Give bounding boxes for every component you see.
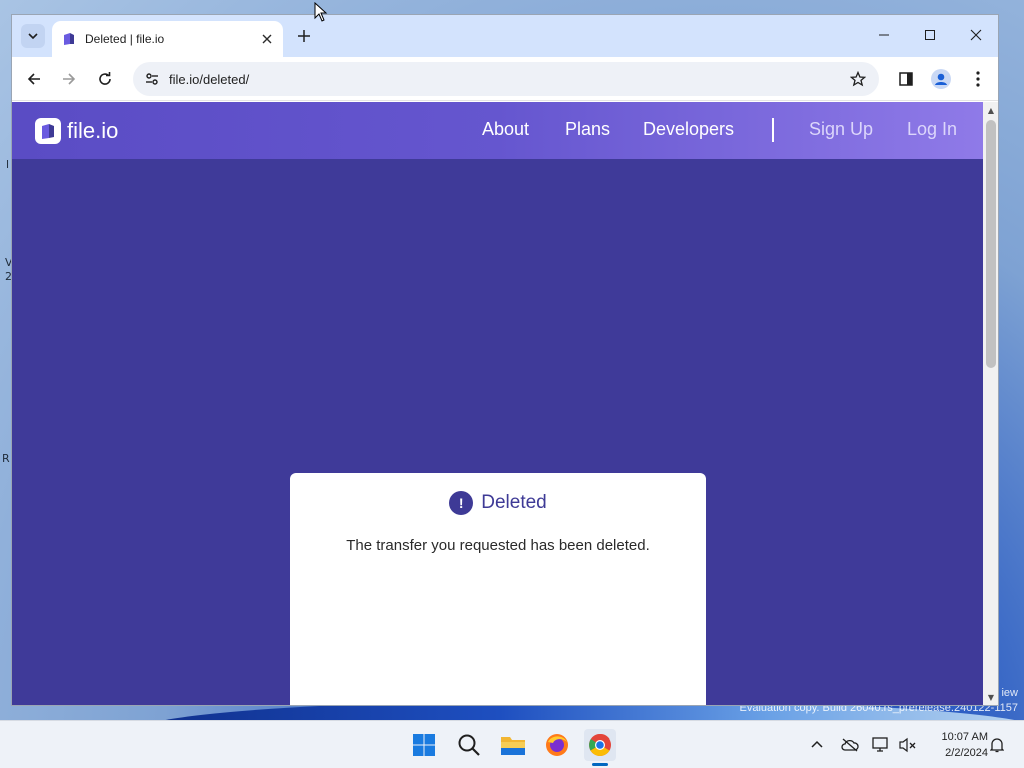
logo-text: file.io	[67, 118, 119, 143]
network-icon	[872, 737, 888, 752]
cloud-offline-icon	[841, 738, 859, 752]
notifications-button[interactable]	[987, 735, 1007, 755]
chrome-icon	[589, 733, 611, 756]
side-panel-button[interactable]	[892, 65, 920, 93]
avatar-icon	[931, 69, 951, 89]
desktop-icon-label: l	[6, 158, 10, 171]
bell-icon	[990, 738, 1004, 753]
status-card: ! Deleted The transfer you requested has…	[290, 473, 706, 705]
site-logo[interactable]: file.io	[35, 118, 118, 144]
browser-toolbar: file.io/deleted/	[12, 57, 998, 101]
chevron-up-icon	[811, 740, 823, 748]
site-info-button[interactable]	[137, 64, 167, 94]
page-viewport: file.io About Plans Developers Sign Up L…	[12, 102, 983, 705]
firefox-icon	[546, 734, 568, 756]
start-button[interactable]	[408, 729, 440, 761]
close-window-button[interactable]	[953, 15, 998, 55]
scroll-up-arrow-icon[interactable]: ▲	[987, 106, 995, 115]
card-title: Deleted	[481, 492, 547, 513]
firefox-button[interactable]	[541, 729, 573, 761]
arrow-right-icon	[63, 73, 76, 85]
nav-login[interactable]: Log In	[907, 119, 957, 140]
new-tab-button[interactable]	[292, 24, 316, 48]
onedrive-status-button[interactable]	[840, 735, 860, 755]
nav-signup[interactable]: Sign Up	[809, 119, 873, 140]
alert-icon: !	[449, 491, 474, 515]
tab-title: Deleted | file.io	[85, 32, 165, 46]
taskbar: 10:07 AM 2/2/2024	[0, 720, 1024, 768]
nav-plans[interactable]: Plans	[565, 119, 610, 140]
show-hidden-icons-button[interactable]	[807, 735, 827, 755]
profile-button[interactable]	[927, 65, 955, 93]
watermark-line-1: iew	[1001, 687, 1018, 699]
minimize-button[interactable]	[861, 15, 907, 55]
reload-button[interactable]	[91, 65, 119, 93]
tab-strip: Deleted | file.io	[12, 15, 998, 57]
maximize-button[interactable]	[907, 15, 953, 55]
fileio-favicon-icon	[64, 33, 74, 45]
logo-mark-icon	[35, 118, 61, 144]
card-message: The transfer you requested has been dele…	[346, 537, 650, 554]
maximize-icon	[925, 30, 935, 40]
url-text: file.io/deleted/	[169, 71, 250, 87]
speaker-muted-icon	[899, 737, 916, 753]
tune-icon	[146, 73, 158, 85]
scrollbar-thumb[interactable]	[986, 120, 996, 368]
plus-icon	[298, 30, 310, 42]
system-clock[interactable]: 10:07 AM 2/2/2024	[922, 729, 988, 761]
chevron-down-icon	[28, 33, 38, 40]
address-bar[interactable]: file.io/deleted/	[133, 62, 879, 96]
folder-icon	[501, 737, 525, 755]
chrome-button[interactable]	[584, 729, 616, 761]
reload-icon	[99, 72, 111, 85]
windows-logo-icon	[413, 734, 435, 756]
clock-date: 2/2/2024	[945, 747, 988, 759]
close-icon	[262, 34, 272, 44]
close-tab-button[interactable]	[255, 27, 279, 51]
network-button[interactable]	[871, 735, 891, 755]
nav-about[interactable]: About	[482, 119, 529, 140]
nav-developers[interactable]: Developers	[643, 119, 734, 140]
star-icon	[850, 71, 866, 87]
desktop-icon-label: R	[2, 452, 10, 465]
browser-tab[interactable]: Deleted | file.io	[52, 21, 283, 57]
more-vertical-icon	[976, 71, 980, 87]
minimize-icon	[879, 34, 889, 36]
search-button[interactable]	[453, 729, 485, 761]
menu-button[interactable]	[964, 65, 992, 93]
forward-button[interactable]	[55, 65, 83, 93]
arrow-left-icon	[27, 73, 40, 85]
page-scrollbar[interactable]: ▲ ▼	[983, 102, 998, 705]
clock-time: 10:07 AM	[941, 731, 988, 743]
scroll-down-arrow-icon[interactable]: ▼	[987, 693, 995, 702]
side-panel-icon	[899, 72, 913, 86]
back-button[interactable]	[20, 65, 48, 93]
nav-divider	[772, 118, 774, 142]
tab-search-button[interactable]	[21, 24, 45, 48]
card-header: ! Deleted	[290, 491, 706, 515]
browser-window: Deleted | file.io file.io/deleted/ file.…	[11, 14, 999, 706]
volume-button[interactable]	[898, 735, 918, 755]
mouse-cursor-icon	[314, 2, 328, 22]
search-icon	[458, 734, 480, 756]
active-app-indicator	[592, 763, 608, 766]
file-explorer-button[interactable]	[497, 729, 529, 761]
bookmark-button[interactable]	[843, 64, 873, 94]
close-icon	[970, 29, 982, 41]
site-header: file.io About Plans Developers Sign Up L…	[12, 102, 983, 159]
